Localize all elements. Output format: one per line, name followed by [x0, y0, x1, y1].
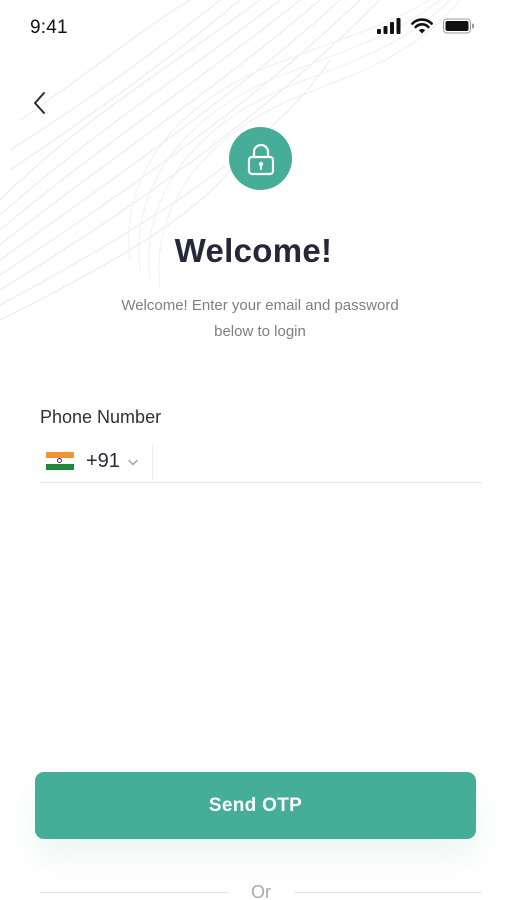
india-flag-icon [46, 451, 74, 471]
country-code: +91 [86, 449, 120, 472]
chevron-left-icon [34, 92, 45, 114]
status-icons [377, 18, 475, 34]
lock-badge [229, 127, 292, 190]
battery-icon [443, 18, 474, 34]
country-code-picker[interactable]: +91 [46, 448, 138, 474]
subtitle-line-1: Welcome! Enter your email and password [121, 297, 399, 314]
phone-number-input[interactable] [164, 444, 478, 480]
chevron-down-icon [128, 459, 138, 465]
cellular-signal-icon [377, 18, 401, 34]
or-divider-right [294, 892, 482, 893]
or-separator: Or [40, 880, 482, 900]
phone-number-label: Phone Number [40, 407, 162, 427]
back-button[interactable] [24, 88, 54, 118]
lock-icon [247, 143, 274, 175]
subtitle-line-2: below to login [214, 323, 306, 340]
status-bar: 9:41 [0, 0, 507, 56]
page-title: Welcome! [174, 232, 333, 269]
wifi-icon [411, 18, 433, 34]
or-label: Or [251, 882, 271, 900]
page-subtitle: Welcome! Enter your email and password b… [100, 293, 420, 345]
status-time: 9:41 [30, 17, 68, 38]
login-screen: 9:41 Welcome! Welcome! Enter your email … [0, 0, 507, 900]
country-code-divider [152, 444, 153, 480]
send-otp-button[interactable]: Send OTP [35, 772, 476, 839]
phone-number-field: +91 [40, 440, 482, 483]
